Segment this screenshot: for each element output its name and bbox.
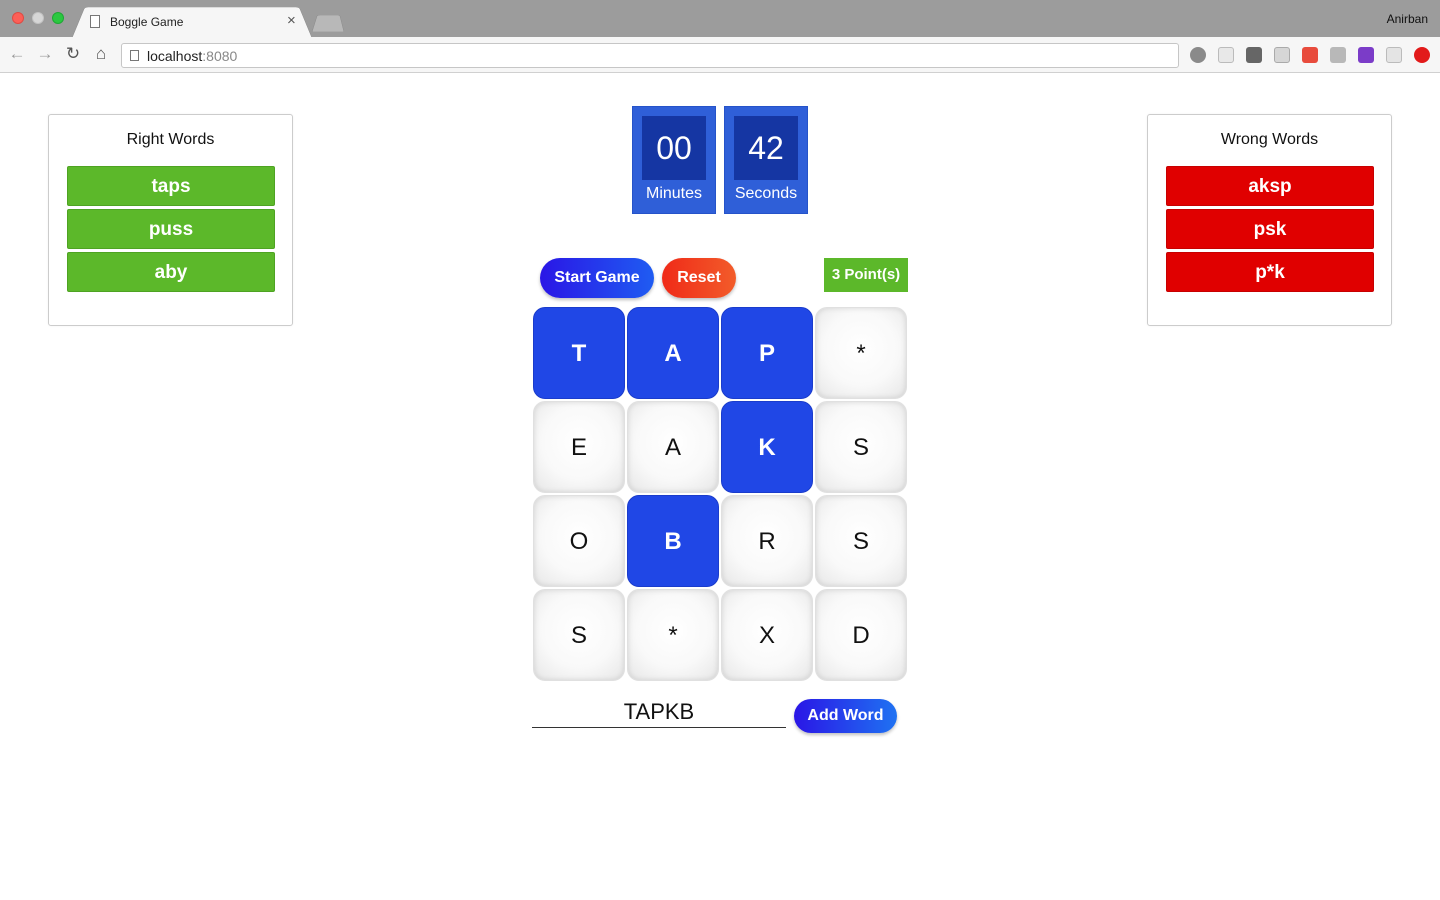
- wrong-word-item: p*k: [1166, 252, 1374, 292]
- browser-titlebar: Boggle Game × Anirban: [0, 0, 1440, 38]
- wrong-words-panel: Wrong Words aksp psk p*k: [1147, 114, 1392, 326]
- board-cell[interactable]: S: [815, 401, 907, 493]
- word-input[interactable]: [532, 697, 786, 728]
- close-window-button[interactable]: [12, 12, 24, 24]
- board-cell[interactable]: A: [627, 307, 719, 399]
- board-cell[interactable]: P: [721, 307, 813, 399]
- board-cell[interactable]: X: [721, 589, 813, 681]
- right-word-item: taps: [67, 166, 275, 206]
- minutes-value: 00: [642, 116, 706, 180]
- tool-extension-icon[interactable]: [1330, 47, 1346, 63]
- seconds-value: 42: [734, 116, 798, 180]
- minutes-label: Minutes: [645, 185, 703, 202]
- boggle-board: T A P * E A K S O B R S S * X D: [533, 307, 909, 683]
- add-word-button[interactable]: Add Word: [794, 699, 897, 733]
- board-cell[interactable]: B: [627, 495, 719, 587]
- settings-extension-icon[interactable]: [1386, 47, 1402, 63]
- board-cell[interactable]: S: [815, 495, 907, 587]
- seconds-label: Seconds: [734, 185, 798, 202]
- board-cell[interactable]: K: [721, 401, 813, 493]
- color-extension-icon[interactable]: [1358, 47, 1374, 63]
- new-tab-button[interactable]: [312, 15, 344, 32]
- page-info-icon[interactable]: [130, 50, 139, 61]
- wrong-word-item: psk: [1166, 209, 1374, 249]
- window-extension-icon[interactable]: [1274, 47, 1290, 63]
- board-cell[interactable]: O: [533, 495, 625, 587]
- wrong-words-title: Wrong Words: [1220, 131, 1319, 148]
- back-arrow-icon[interactable]: ←: [8, 45, 26, 63]
- maximize-window-button[interactable]: [52, 12, 64, 24]
- seconds-timer: 42 Seconds: [724, 106, 808, 214]
- right-words-list: taps puss aby: [67, 166, 275, 295]
- board-cell[interactable]: E: [533, 401, 625, 493]
- board-cell[interactable]: D: [815, 589, 907, 681]
- angular-extension-icon[interactable]: [1190, 47, 1206, 63]
- wrong-words-list: aksp psk p*k: [1166, 166, 1374, 295]
- home-icon[interactable]: ⌂: [92, 45, 110, 63]
- right-word-item: puss: [67, 209, 275, 249]
- tab-title: Boggle Game: [110, 15, 184, 29]
- reload-icon[interactable]: ↻: [64, 45, 82, 63]
- board-cell[interactable]: *: [815, 307, 907, 399]
- bookmark-extension-icon[interactable]: [1302, 47, 1318, 63]
- tab-close-icon[interactable]: ×: [287, 13, 296, 29]
- browser-tab[interactable]: [72, 7, 312, 38]
- right-words-panel: Right Words taps puss aby: [48, 114, 293, 326]
- board-cell[interactable]: T: [533, 307, 625, 399]
- url-host: localhost: [147, 48, 203, 64]
- update-extension-icon[interactable]: [1414, 47, 1430, 63]
- wrong-word-item: aksp: [1166, 166, 1374, 206]
- right-word-item: aby: [67, 252, 275, 292]
- minimize-window-button[interactable]: [32, 12, 44, 24]
- board-cell[interactable]: A: [627, 401, 719, 493]
- start-game-button[interactable]: Start Game: [540, 258, 654, 298]
- board-cell[interactable]: S: [533, 589, 625, 681]
- score-badge: 3 Point(s): [824, 258, 908, 292]
- reset-button[interactable]: Reset: [662, 258, 736, 298]
- forward-arrow-icon[interactable]: →: [36, 45, 54, 63]
- minutes-timer: 00 Minutes: [632, 106, 716, 214]
- profile-name[interactable]: Anirban: [1387, 12, 1428, 26]
- right-words-title: Right Words: [126, 131, 215, 148]
- board-cell[interactable]: *: [627, 589, 719, 681]
- location-extension-icon[interactable]: [1246, 47, 1262, 63]
- address-bar[interactable]: localhost:8080: [121, 43, 1179, 68]
- board-cell[interactable]: R: [721, 495, 813, 587]
- url-port: :8080: [202, 48, 238, 64]
- document-extension-icon[interactable]: [1218, 47, 1234, 63]
- page-icon: [90, 15, 100, 28]
- url-text: localhost:8080: [147, 48, 237, 64]
- browser-toolbar: ← → ↻ ⌂ localhost:8080: [0, 37, 1440, 73]
